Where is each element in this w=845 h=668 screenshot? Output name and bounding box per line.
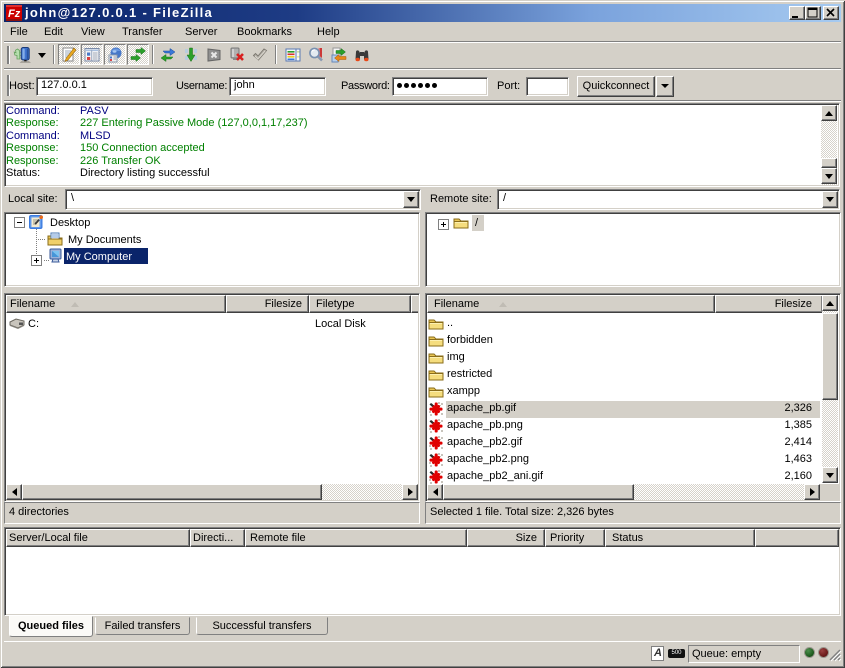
svg-text:Fz: Fz <box>8 8 21 20</box>
